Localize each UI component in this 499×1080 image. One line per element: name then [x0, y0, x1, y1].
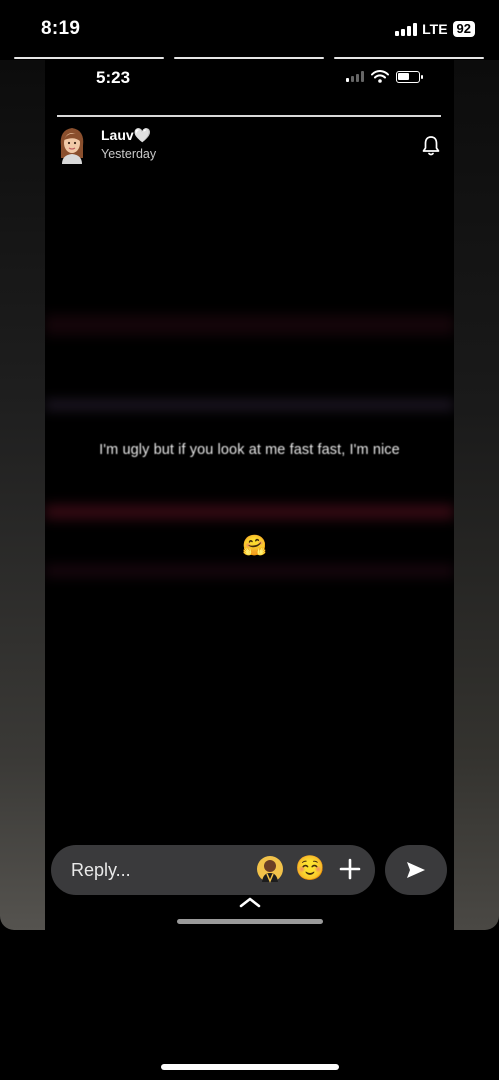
inner-status-time: 5:23: [96, 68, 131, 87]
home-indicator[interactable]: [161, 1064, 339, 1070]
wifi-icon: [371, 70, 389, 83]
background-glow: [45, 315, 454, 335]
chevron-up-icon[interactable]: [238, 895, 262, 909]
reply-placeholder: Reply...: [71, 859, 131, 880]
post-timestamp: Yesterday: [101, 147, 157, 161]
inner-progress-bar: [57, 115, 441, 117]
inner-signal-icon: [346, 71, 364, 82]
screen: 8:19 LTE 92 5:23 Lauv🤍 Yesterday I'm ugl…: [0, 0, 499, 1080]
hugging-face-icon: 🤗: [242, 535, 267, 557]
plus-icon[interactable]: [338, 857, 362, 881]
bell-icon[interactable]: [419, 134, 443, 158]
send-icon: [407, 862, 425, 878]
avatar[interactable]: [57, 124, 87, 164]
background-glow: [45, 565, 454, 577]
inner-home-indicator: [177, 919, 323, 924]
story-caption: I'm ugly but if you look at me fast fast…: [99, 442, 400, 458]
user-name[interactable]: Lauv🤍: [101, 127, 151, 144]
story-progress-3: [334, 57, 484, 59]
network-label: LTE: [422, 21, 448, 37]
battery-level: 92: [452, 21, 475, 37]
story-progress-2: [174, 57, 324, 59]
next-story-preview[interactable]: [454, 60, 499, 930]
background-glow: [45, 400, 454, 410]
story-progress-1: [14, 57, 164, 59]
inner-battery-icon: [396, 70, 423, 83]
signal-icon: [395, 22, 418, 36]
send-button[interactable]: [385, 845, 447, 895]
background-glow: [45, 505, 454, 519]
status-indicators: LTE 92: [395, 21, 475, 37]
status-time: 8:19: [41, 18, 81, 39]
inner-status-indicators: [346, 70, 423, 83]
reply-input[interactable]: Reply... ☺️: [51, 845, 375, 895]
praying-emoji-icon[interactable]: [255, 854, 285, 884]
story-content[interactable]: 5:23 Lauv🤍 Yesterday I'm ugly but if you…: [45, 60, 454, 930]
smiling-emoji-icon[interactable]: ☺️: [295, 855, 325, 883]
previous-story-preview[interactable]: [0, 60, 45, 930]
